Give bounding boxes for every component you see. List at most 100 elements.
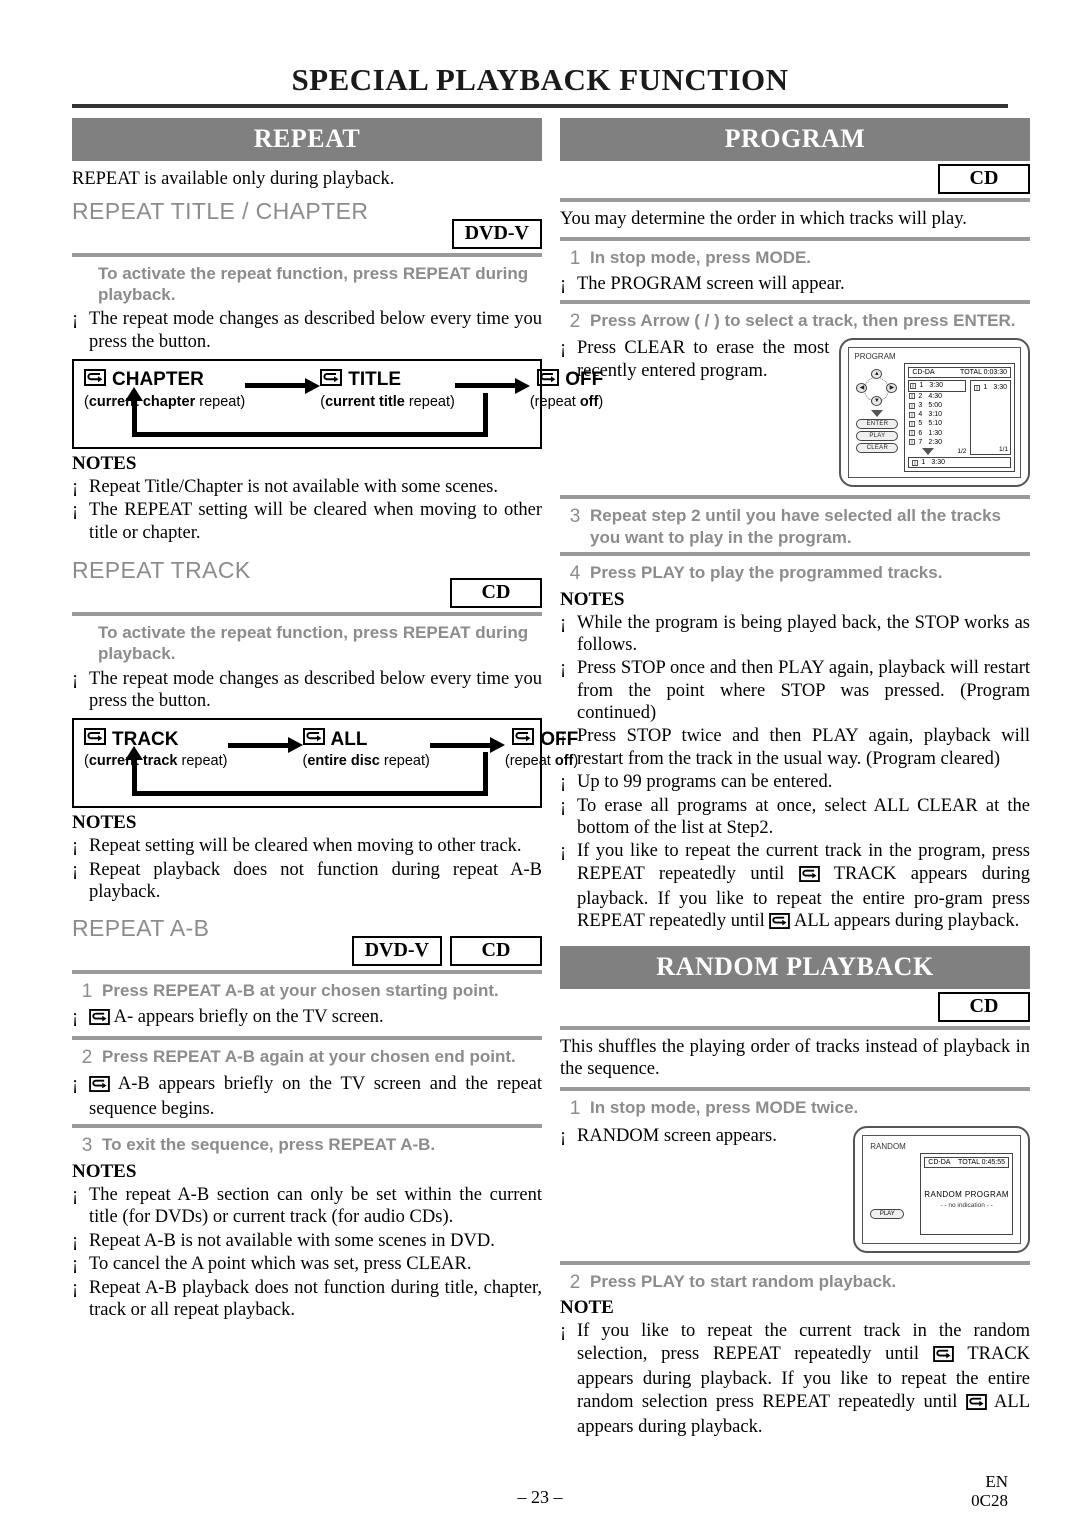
loop-line-right — [483, 392, 488, 437]
ab-bullet-2: ¡ A-B appears briefly on the TV screen a… — [72, 1073, 542, 1121]
arrow-down-icon: ▼ — [871, 396, 883, 407]
diagram-sub-off: (repeat off) — [529, 393, 604, 410]
play-button[interactable]: PLAY — [870, 1208, 905, 1219]
note-item: ¡ Repeat Title/Chapter is not available … — [72, 476, 542, 498]
divider — [72, 969, 542, 974]
note-text: Repeat A-B playback does not function du… — [89, 1277, 542, 1320]
track-number: 5 — [918, 420, 923, 428]
manual-page: SPECIAL PLAYBACK FUNCTION REPEAT REPEAT … — [0, 0, 1080, 1526]
osd-random-message: RANDOM PROGRAM - - no indication - - — [924, 1170, 1009, 1231]
dpad-icon: ▲ ▼ ◀ ▶ — [855, 369, 899, 409]
divider — [72, 1035, 542, 1040]
bullet-marker: ¡ — [560, 658, 567, 679]
step-ab-1: 1 Press REPEAT A-B at your chosen starti… — [72, 980, 542, 1004]
osd-track-list: 1 3:30 2 4:30 3 5:00 4 3:10 5 5:10 6 1:30 7 2:3… — [908, 380, 967, 456]
bottom-entry-number: 1 — [921, 459, 926, 467]
note-text: Press STOP twice and then PLAY again, pl… — [577, 726, 1030, 769]
track-icon — [909, 439, 916, 446]
track-number: 2 — [918, 392, 923, 400]
track-icon — [912, 459, 919, 466]
bottom-entry-time: 3:30 — [931, 459, 945, 467]
osd-control-pad: PLAY — [870, 1153, 916, 1235]
bullet-marker: ¡ — [72, 859, 79, 880]
track-row[interactable]: 6 1:30 — [908, 429, 966, 438]
bullet-text: The PROGRAM screen will appear. — [577, 274, 845, 295]
diagram-label-title: TITLE — [348, 369, 401, 391]
notes-heading: NOTES — [72, 1161, 137, 1183]
repeat-title-instruction: To activate the repeat function, press R… — [98, 263, 529, 304]
document-code: 0C28 — [971, 1490, 1008, 1510]
repeat-cycle-diagram-chapter: CHAPTER (current chapter repeat) TITLE (… — [72, 358, 603, 449]
play-button[interactable]: PLAY — [856, 431, 899, 442]
track-row[interactable]: 1 3:30 — [908, 380, 967, 392]
repeat-loop-icon — [84, 728, 106, 751]
badge-cd: CD — [450, 578, 542, 609]
program-entry-number: 1 — [983, 384, 988, 392]
track-icon — [909, 402, 916, 409]
random-lead-text: This shuffles the playing order of track… — [560, 1036, 1030, 1080]
repeat-loop-icon — [84, 368, 106, 392]
note-text: To cancel the A point which was set, pre… — [89, 1254, 472, 1275]
track-number: 6 — [918, 429, 923, 437]
triangle-down-icon[interactable] — [922, 448, 935, 456]
arrow-right-icon: ▶ — [886, 383, 898, 394]
osd-disc-type: CD-DA — [912, 369, 935, 377]
track-number: 1 — [919, 382, 924, 390]
note-item: ¡ The repeat A-B section can only be set… — [72, 1184, 542, 1229]
section-banner-random: RANDOM PLAYBACK — [560, 945, 1030, 989]
diagram-sub-all: (entire disc repeat) — [302, 753, 430, 770]
note-text: To erase all programs at once, select AL… — [577, 795, 1030, 838]
note-item: ¡ Repeat setting will be cleared when mo… — [72, 835, 542, 857]
badge-row-program: CD — [560, 164, 1030, 194]
note-item: ¡ Repeat playback does not function duri… — [72, 859, 542, 904]
arrow-right-icon — [454, 377, 530, 394]
divider — [560, 299, 1030, 304]
divider — [560, 495, 1030, 500]
bullet-marker: ¡ — [72, 476, 79, 497]
step-text: Press REPEAT A-B at your chosen starting… — [102, 980, 499, 1000]
step-program-2: 2 Press Arrow ( / ) to select a track, t… — [560, 310, 1030, 334]
bullet-text: The repeat mode changes as described bel… — [89, 309, 542, 352]
badge-cd: CD — [938, 164, 1030, 194]
bullet-marker: ¡ — [72, 1185, 79, 1206]
step-ab-2: 2 Press REPEAT A-B again at your chosen … — [72, 1046, 542, 1070]
language-code: EN — [985, 1471, 1008, 1491]
track-time: 3:10 — [928, 411, 942, 419]
section-banner-program: PROGRAM — [560, 118, 1030, 161]
loop-line-horizontal — [132, 431, 488, 437]
bullet-marker: ¡ — [560, 795, 567, 816]
track-row[interactable]: 7 2:30 — [908, 438, 966, 447]
random-program-label: RANDOM PROGRAM — [924, 1189, 1009, 1199]
repeat-lead-text: REPEAT is available only during playback… — [72, 169, 395, 189]
divider — [560, 1086, 1030, 1091]
note-item: ¡ Press STOP twice and then PLAY again, … — [560, 725, 1030, 770]
step-text: Press Arrow ( / ) to select a track, the… — [590, 310, 1016, 330]
track-time: 1:30 — [928, 429, 942, 437]
repeat-loop-icon — [537, 368, 560, 392]
bullet-marker: ¡ — [72, 1277, 79, 1298]
repeat-track-instruction: To activate the repeat function, press R… — [98, 623, 529, 664]
diagram-item-off: OFF (repeat off) — [529, 368, 604, 410]
clear-button[interactable]: CLEAR — [856, 443, 899, 454]
bullet-marker: ¡ — [72, 1230, 79, 1251]
track-row[interactable]: 4 3:10 — [908, 410, 966, 419]
program-osd-illustration: PROGRAM ▲ ▼ ◀ ▶ ENTER PLAY CLEAR CD-DA T… — [839, 338, 1030, 488]
track-row[interactable]: 2 4:30 — [908, 392, 966, 401]
arrow-right-icon — [429, 737, 505, 754]
note-item-repeat: ¡ If you like to repeat the current trac… — [560, 840, 1030, 936]
badge-cd: CD — [450, 935, 542, 966]
note-item: ¡ The REPEAT setting will be cleared whe… — [72, 499, 542, 544]
track-row[interactable]: 3 5:00 — [908, 401, 966, 410]
repeat-loop-icon — [932, 1345, 954, 1368]
note-text: Press STOP once and then PLAY again, pla… — [577, 658, 1030, 724]
track-row[interactable]: 5 5:10 — [908, 419, 966, 428]
bullet-text: RANDOM screen appears. — [577, 1125, 777, 1146]
random-illustration-block: RANDOM PLAY CD-DA TOTAL 0:45:55 RANDOM P… — [560, 1124, 1030, 1257]
step-random-2: 2 Press PLAY to start random playback. — [560, 1271, 1030, 1295]
enter-button[interactable]: ENTER — [856, 419, 899, 430]
step-text: Press PLAY to play the programmed tracks… — [590, 562, 943, 582]
repeat-loop-icon — [798, 865, 820, 888]
diagram-item-all: ALL (entire disc repeat) — [302, 728, 430, 770]
ab-bullet-1: ¡ A- appears briefly on the TV screen. — [72, 1006, 542, 1031]
bullet-text: A-B appears briefly on the TV screen and… — [89, 1073, 542, 1121]
